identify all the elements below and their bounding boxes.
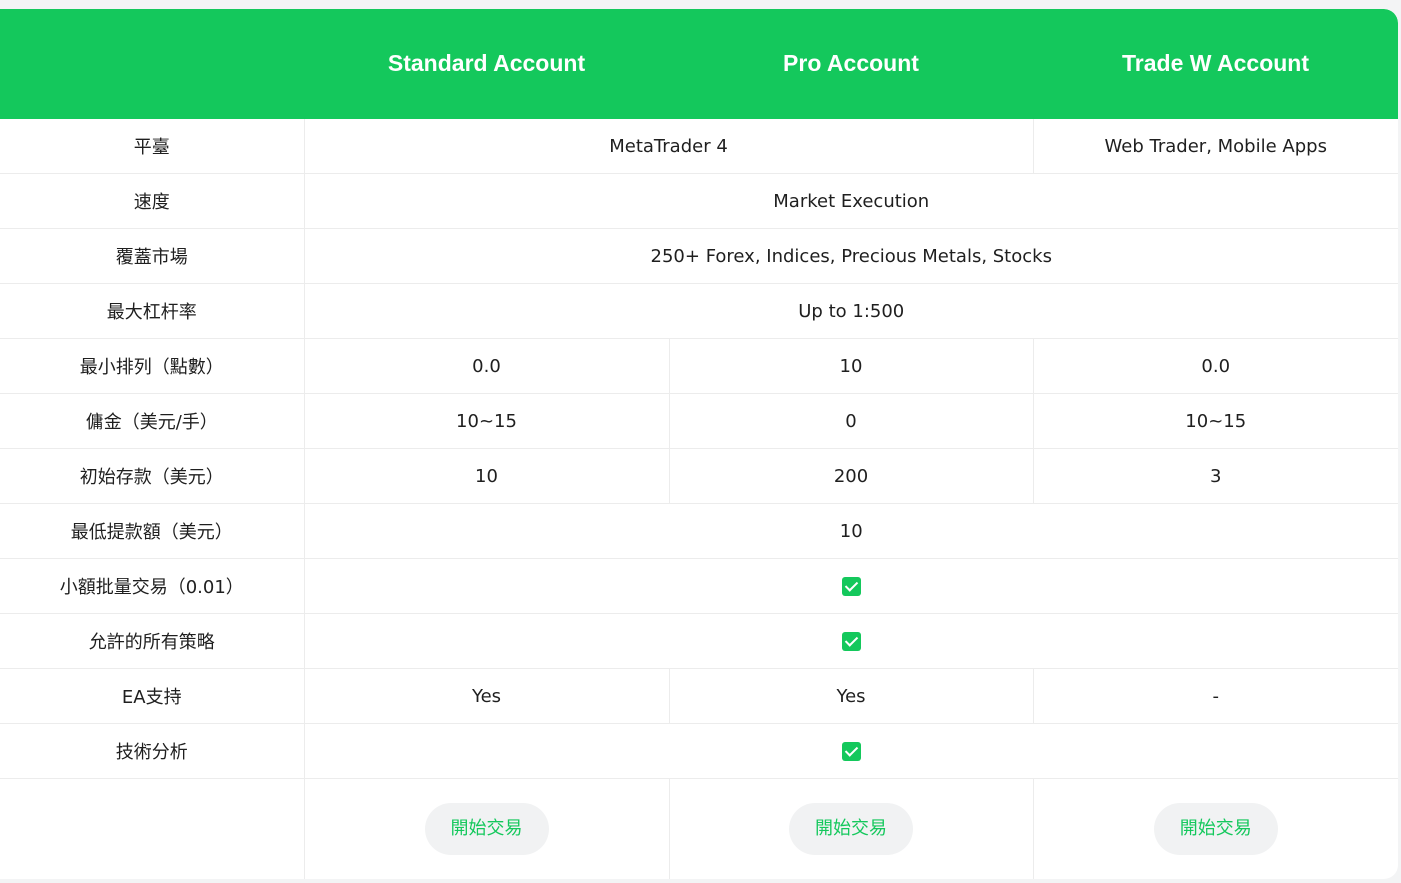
row-spread: 最小排列（點數） 0.0 10 0.0: [0, 338, 1398, 394]
row-platform: 平臺 MetaTrader 4 Web Trader, Mobile Apps: [0, 119, 1398, 174]
row-label: 最大杠杆率: [0, 283, 304, 339]
deposit-pro-value: 200: [668, 448, 1033, 504]
deposit-tradew-value: 3: [1032, 448, 1398, 504]
header-corner-cell: [0, 9, 304, 119]
commission-standard-value: 10~15: [303, 393, 669, 449]
platform-standard-pro-value: MetaTrader 4: [303, 119, 1033, 174]
row-label: 技術分析: [0, 723, 304, 779]
header-trade-w-account: Trade W Account: [1033, 9, 1398, 119]
standard-button-cell: 開始交易: [303, 778, 669, 879]
row-technical-analysis: 技術分析: [0, 723, 1398, 779]
speed-value: Market Execution: [303, 173, 1398, 229]
row-start-trading: 開始交易 開始交易 開始交易: [0, 778, 1398, 880]
commission-tradew-value: 10~15: [1032, 393, 1398, 449]
start-trading-standard-button[interactable]: 開始交易: [424, 803, 549, 855]
row-markets: 覆蓋市場 250+ Forex, Indices, Precious Metal…: [0, 228, 1398, 284]
row-leverage: 最大杠杆率 Up to 1:500: [0, 283, 1398, 339]
row-label: 平臺: [0, 119, 304, 174]
row-strategies: 允許的所有策略: [0, 613, 1398, 669]
markets-value: 250+ Forex, Indices, Precious Metals, St…: [303, 228, 1398, 284]
leverage-value: Up to 1:500: [303, 283, 1398, 339]
row-speed: 速度 Market Execution: [0, 173, 1398, 229]
ea-standard-value: Yes: [303, 668, 669, 724]
withdrawal-value: 10: [303, 503, 1398, 559]
account-comparison-table-frame: Standard Account Pro Account Trade W Acc…: [0, 9, 1398, 879]
row-label: 初始存款（美元）: [0, 448, 304, 504]
row-label: 允許的所有策略: [0, 613, 304, 669]
row-label: 覆蓋市場: [0, 228, 304, 284]
row-label: EA支持: [0, 668, 304, 724]
deposit-standard-value: 10: [303, 448, 669, 504]
commission-pro-value: 0: [668, 393, 1033, 449]
header-pro-account: Pro Account: [669, 9, 1033, 119]
micro-lot-value: [303, 558, 1398, 614]
tradew-button-cell: 開始交易: [1032, 778, 1398, 879]
check-icon: [841, 742, 861, 761]
empty-label-cell: [0, 779, 304, 880]
strategies-value: [303, 613, 1398, 669]
pro-button-cell: 開始交易: [668, 778, 1033, 879]
row-withdrawal: 最低提款額（美元） 10: [0, 503, 1398, 559]
start-trading-tradew-button[interactable]: 開始交易: [1153, 803, 1278, 855]
row-label: 最低提款額（美元）: [0, 503, 304, 559]
row-commission: 傭金（美元/手） 10~15 0 10~15: [0, 393, 1398, 449]
start-trading-pro-button[interactable]: 開始交易: [789, 803, 913, 855]
account-comparison-table: Standard Account Pro Account Trade W Acc…: [0, 9, 1398, 879]
spread-tradew-value: 0.0: [1032, 338, 1398, 394]
row-label: 小額批量交易（0.01）: [0, 558, 304, 614]
row-micro-lot: 小額批量交易（0.01）: [0, 558, 1398, 614]
row-label: 速度: [0, 173, 304, 229]
technical-analysis-value: [303, 723, 1398, 779]
spread-pro-value: 10: [668, 338, 1033, 394]
check-icon: [841, 577, 861, 596]
row-label: 傭金（美元/手）: [0, 393, 304, 449]
check-icon: [841, 632, 861, 651]
row-deposit: 初始存款（美元） 10 200 3: [0, 448, 1398, 504]
ea-tradew-value: -: [1032, 668, 1398, 724]
spread-standard-value: 0.0: [303, 338, 669, 394]
table-header-row: Standard Account Pro Account Trade W Acc…: [0, 9, 1398, 119]
row-ea-support: EA支持 Yes Yes -: [0, 668, 1398, 724]
platform-tradew-value: Web Trader, Mobile Apps: [1032, 119, 1398, 174]
header-standard-account: Standard Account: [304, 9, 669, 119]
ea-pro-value: Yes: [668, 668, 1033, 724]
row-label: 最小排列（點數）: [0, 338, 304, 394]
